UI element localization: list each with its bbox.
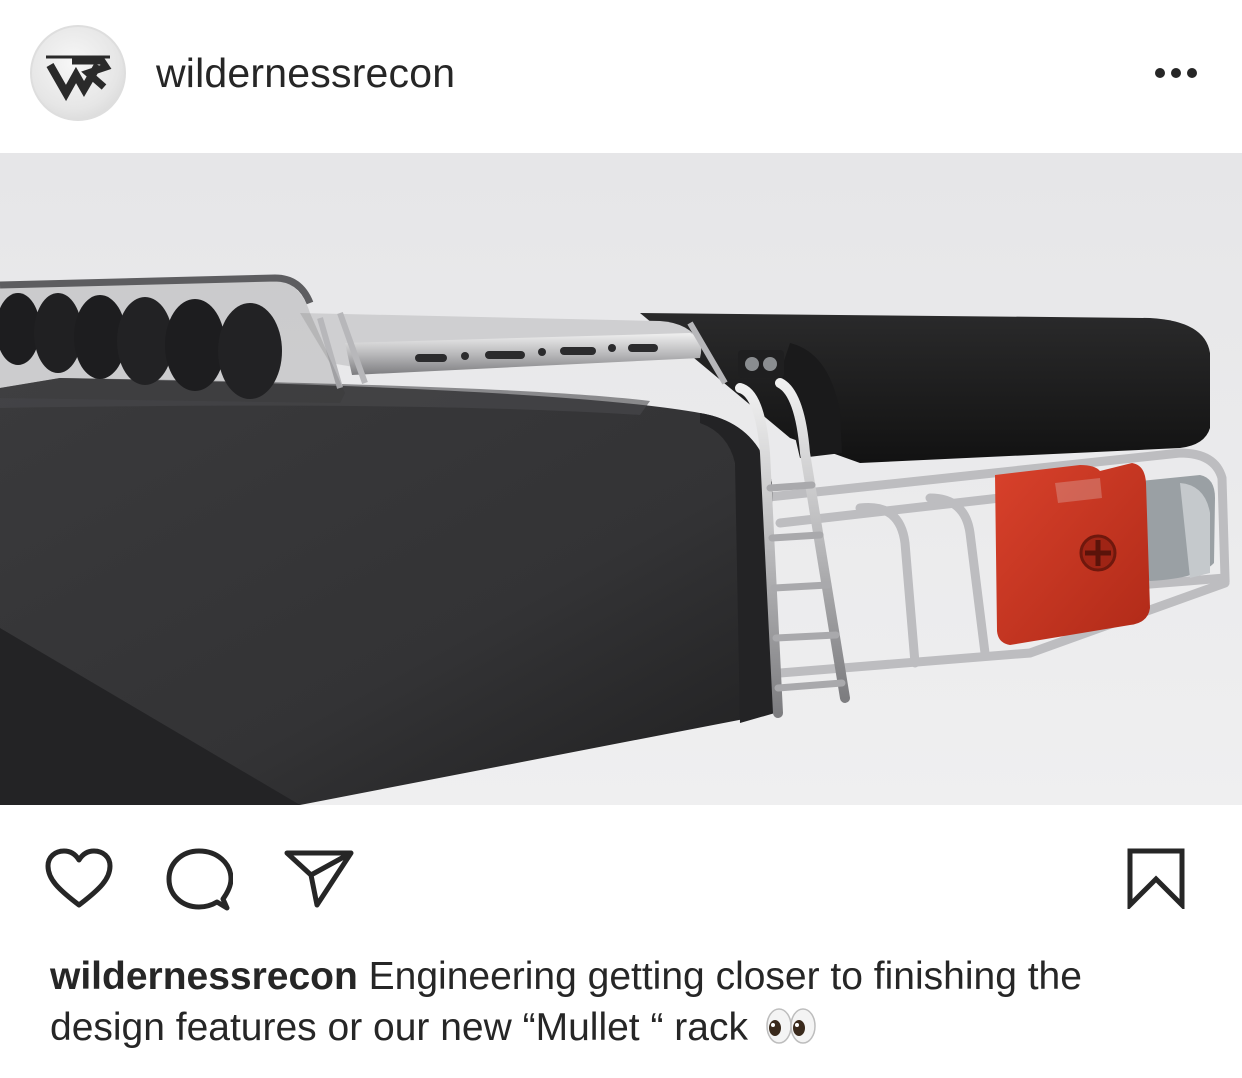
wilderness-recon-logo-icon (46, 55, 112, 102)
post-action-bar (0, 805, 1242, 945)
post-header: wildernessrecon (0, 0, 1242, 152)
avatar[interactable] (30, 25, 126, 121)
eyes-emoji-icon (765, 1006, 817, 1059)
share-icon (284, 850, 354, 908)
share-button[interactable] (283, 847, 355, 914)
post-username[interactable]: wildernessrecon (156, 49, 455, 97)
caption-username[interactable]: wildernessrecon (50, 955, 358, 998)
comment-icon (166, 848, 234, 911)
post-image[interactable] (0, 153, 1242, 805)
heart-icon (45, 848, 113, 908)
post-caption: wildernessrecon Engineering getting clos… (50, 951, 1200, 1059)
save-button[interactable] (1126, 847, 1186, 914)
like-button[interactable] (44, 847, 114, 916)
comment-button[interactable] (165, 847, 234, 918)
truck-rack-render (0, 153, 1242, 805)
more-options-button[interactable] (1150, 58, 1202, 88)
bookmark-icon (1127, 848, 1185, 912)
more-options-icon (1155, 68, 1197, 78)
